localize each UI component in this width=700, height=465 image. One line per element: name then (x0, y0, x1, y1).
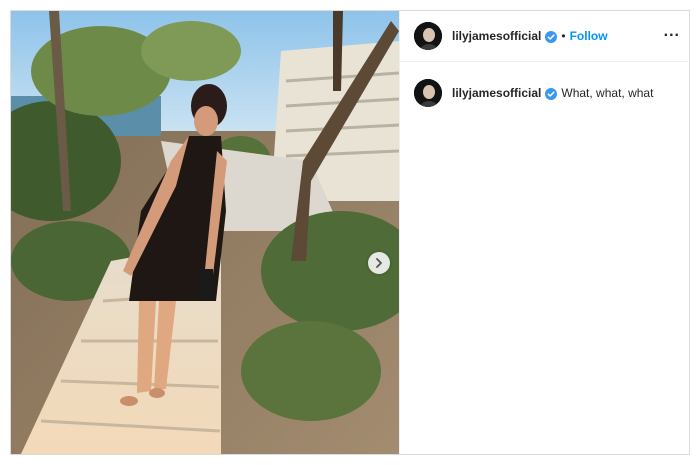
caption-avatar-image (414, 79, 442, 107)
verified-badge-icon (545, 30, 558, 43)
post-header: lilyjamesofficial • Follow ... (400, 11, 690, 62)
next-photo-button[interactable] (368, 252, 390, 274)
post-side-panel: lilyjamesofficial • Follow ... lilyjames… (399, 11, 690, 454)
post-photo[interactable] (11, 11, 399, 454)
caption-text: What, what, what (561, 86, 654, 100)
header-username[interactable]: lilyjamesofficial (452, 29, 541, 43)
header-separator: • (561, 29, 566, 43)
follow-button[interactable]: Follow (570, 29, 608, 43)
photo-illustration (11, 11, 399, 454)
avatar[interactable] (414, 22, 442, 50)
caption-avatar[interactable] (414, 79, 442, 107)
caption-username[interactable]: lilyjamesofficial (452, 86, 541, 100)
caption-verified-badge-icon (545, 87, 558, 100)
instagram-post: lilyjamesofficial • Follow ... lilyjames… (10, 10, 690, 455)
chevron-right-icon (376, 258, 382, 268)
more-options-icon[interactable]: ... (664, 23, 680, 41)
avatar-image (414, 22, 442, 50)
caption-row: lilyjamesofficial What, what, what (400, 79, 690, 107)
